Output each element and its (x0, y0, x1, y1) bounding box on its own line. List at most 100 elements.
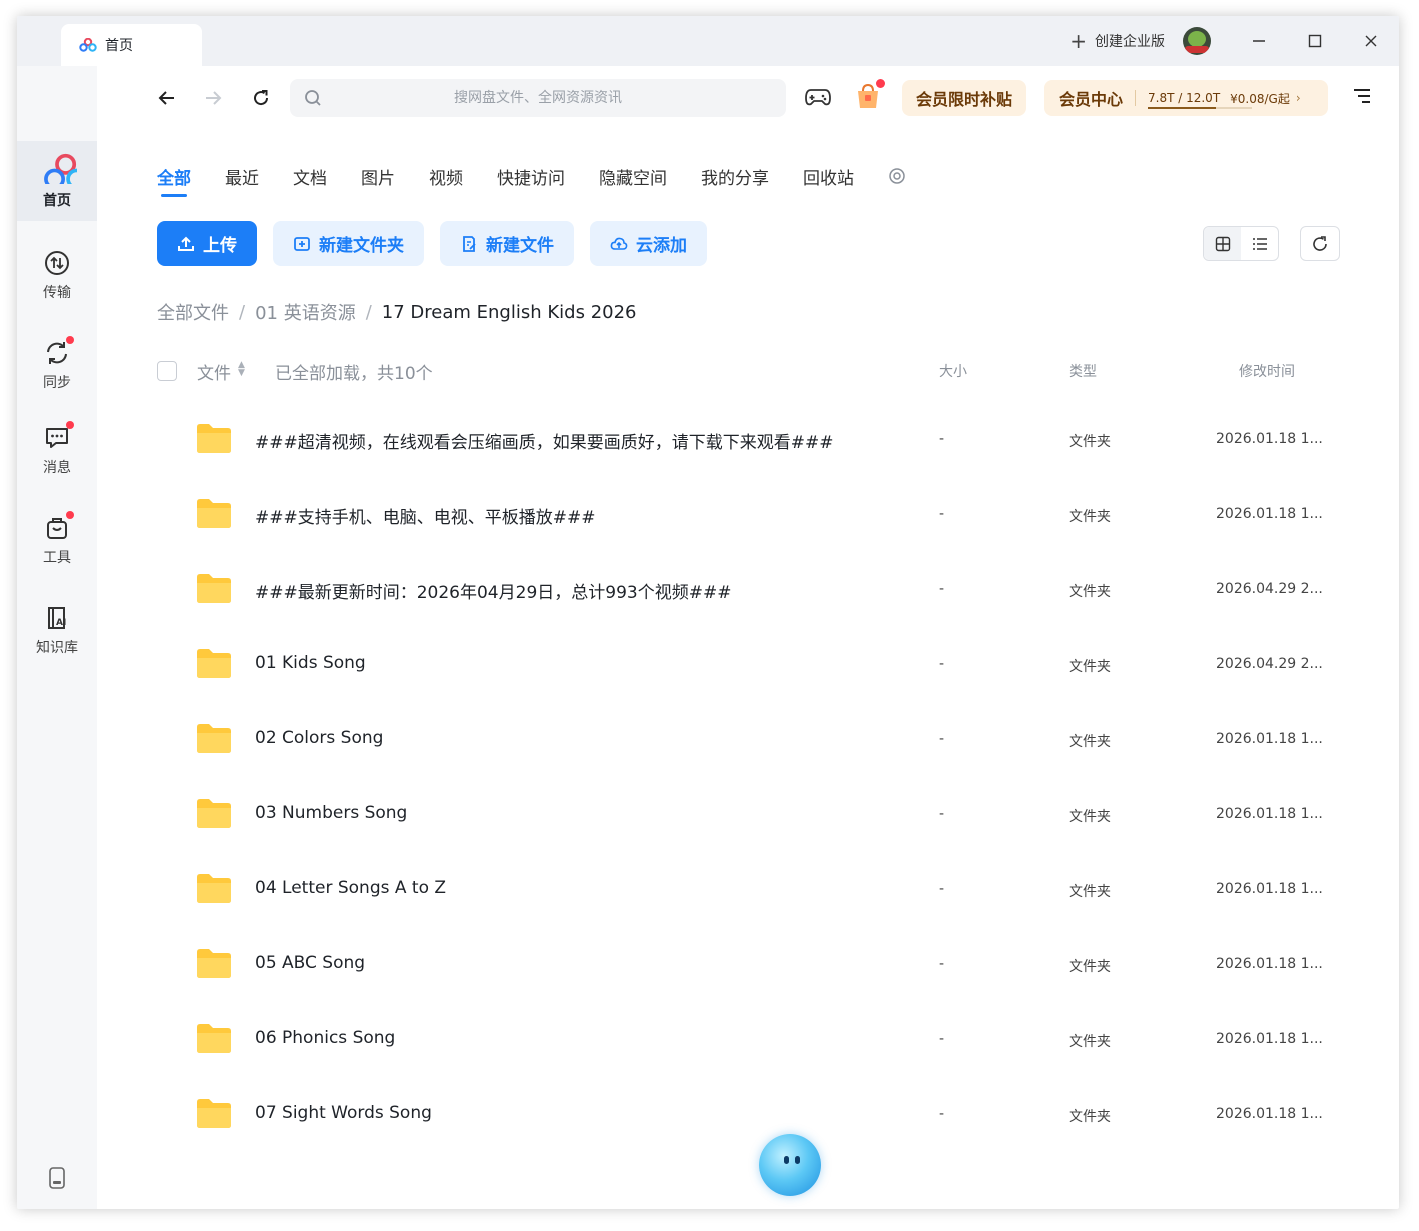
sidebar-item-messages[interactable]: 消息 (17, 411, 97, 491)
file-row[interactable]: 05 ABC Song - 文件夹 2026.01.18 1... (157, 929, 1357, 1004)
file-size: - (939, 581, 945, 597)
new-file-button[interactable]: 新建文件 (440, 221, 574, 266)
file-type: 文件夹 (1069, 1109, 1111, 1125)
file-name[interactable]: 05 ABC Song (255, 953, 365, 973)
view-toggle (1203, 226, 1279, 261)
tab-quick-access[interactable]: 快捷访问 (497, 164, 565, 194)
tab-hidden-space[interactable]: 隐藏空间 (599, 164, 667, 194)
folder-icon (197, 949, 231, 978)
reload-button[interactable] (247, 84, 275, 112)
sidebar-item-knowledge-base[interactable]: AI 知识库 (17, 591, 97, 671)
gift-button[interactable] (854, 79, 885, 110)
divider (1135, 90, 1137, 106)
gamepad-icon[interactable] (805, 86, 831, 108)
menu-icon[interactable] (1353, 88, 1371, 104)
action-bar: 上传 新建文件夹 新建文件 云添加 (157, 221, 723, 266)
tab-home[interactable]: 首页 (61, 24, 202, 66)
member-promo-button[interactable]: 会员限时补贴 (902, 80, 1027, 116)
arrow-right-icon (206, 91, 222, 105)
create-enterprise-button[interactable]: + 创建企业版 (1070, 31, 1165, 51)
file-size: - (939, 506, 945, 522)
file-row[interactable]: ###超清视频，在线观看会压缩画质，如果要画质好，请下载下来观看### - 文件夹 2… (157, 404, 1357, 479)
file-row[interactable]: ###支持手机、电脑、电视、平板播放### - 文件夹 2026.01.18 1... (157, 479, 1357, 554)
file-size: - (939, 806, 945, 822)
sidebar-item-transfer[interactable]: 传输 (17, 236, 97, 316)
file-name[interactable]: 04 Letter Songs A to Z (255, 878, 446, 898)
column-header-modified[interactable]: 修改时间 (1239, 361, 1295, 381)
file-row[interactable]: 06 Phonics Song - 文件夹 2026.01.18 1... (157, 1004, 1357, 1079)
title-bar: 首页 + 创建企业版 (17, 16, 1399, 66)
file-type: 文件夹 (1069, 434, 1111, 450)
upload-button[interactable]: 上传 (157, 221, 257, 266)
new-folder-button[interactable]: 新建文件夹 (273, 221, 424, 266)
breadcrumb: 全部文件 / 01 英语资源 / 17 Dream English Kids 2… (157, 299, 637, 325)
new-file-icon (463, 235, 476, 252)
tab-recent[interactable]: 最近 (225, 164, 259, 194)
maximize-icon (1308, 34, 1322, 48)
file-name[interactable]: 01 Kids Song (255, 653, 366, 673)
maximize-button[interactable] (1287, 16, 1343, 66)
file-row[interactable]: 01 Kids Song - 文件夹 2026.04.29 2... (157, 629, 1357, 704)
sidebar-item-tools[interactable]: 工具 (17, 501, 97, 581)
back-button[interactable] (153, 84, 181, 112)
tab-my-shares[interactable]: 我的分享 (701, 164, 769, 194)
file-size: - (939, 1031, 945, 1047)
file-name[interactable]: ###最新更新时间：2026年04月29日，总计993个视频### (255, 578, 731, 603)
home-cloud-icon (44, 153, 77, 184)
select-all-checkbox[interactable] (157, 361, 177, 381)
upload-label: 上传 (203, 236, 237, 256)
column-header-type[interactable]: 类型 (1069, 361, 1097, 381)
cloud-add-button[interactable]: 云添加 (590, 221, 707, 266)
tab-all[interactable]: 全部 (157, 164, 191, 197)
sidebar-item-sync[interactable]: 同步 (17, 326, 97, 406)
file-name[interactable]: 03 Numbers Song (255, 803, 407, 823)
create-enterprise-label: 创建企业版 (1095, 34, 1165, 50)
file-row[interactable]: 04 Letter Songs A to Z - 文件夹 2026.01.18 1..… (157, 854, 1357, 929)
tab-videos[interactable]: 视频 (429, 164, 463, 194)
search-bar[interactable] (290, 79, 786, 117)
column-header-name[interactable]: 文件 (197, 359, 231, 384)
target-settings-icon[interactable] (888, 167, 906, 185)
breadcrumb-separator: / (239, 301, 246, 323)
folder-icon (197, 1024, 231, 1053)
tab-documents[interactable]: 文档 (293, 164, 327, 194)
minimize-button[interactable] (1231, 16, 1287, 66)
add-folder-icon (294, 236, 310, 251)
file-modified: 2026.04.29 2... (1216, 581, 1323, 597)
file-name[interactable]: ###支持手机、电脑、电视、平板播放### (255, 503, 595, 528)
forward-button[interactable] (199, 84, 227, 112)
list-view-button[interactable] (1241, 227, 1278, 260)
cloud-upload-icon (610, 237, 628, 250)
search-input[interactable] (290, 79, 786, 117)
tab-recycle-bin[interactable]: 回收站 (803, 164, 854, 194)
file-row[interactable]: 07 Sight Words Song - 文件夹 2026.01.18 1... (157, 1079, 1357, 1154)
ai-assistant-button[interactable] (759, 1134, 821, 1196)
file-name[interactable]: 06 Phonics Song (255, 1028, 395, 1048)
tab-images[interactable]: 图片 (361, 164, 395, 194)
member-center-button[interactable]: 会员中心 7.8T / 12.0T ¥0.08/G起 › (1044, 80, 1328, 116)
breadcrumb-item-all-files[interactable]: 全部文件 (157, 299, 229, 325)
column-header-size[interactable]: 大小 (939, 361, 967, 381)
file-row[interactable]: ###最新更新时间：2026年04月29日，总计993个视频### - 文件夹 202… (157, 554, 1357, 629)
file-name[interactable]: 07 Sight Words Song (255, 1103, 432, 1123)
breadcrumb-item-english-resources[interactable]: 01 英语资源 (255, 299, 356, 325)
sidebar-item-home[interactable]: 首页 (17, 141, 97, 221)
file-row[interactable]: 02 Colors Song - 文件夹 2026.01.18 1... (157, 704, 1357, 779)
phone-icon[interactable] (49, 1167, 65, 1189)
grid-view-button[interactable] (1204, 227, 1241, 260)
file-row[interactable]: 03 Numbers Song - 文件夹 2026.01.18 1... (157, 779, 1357, 854)
sort-icon[interactable]: ▲ ▼ (238, 361, 245, 378)
minimize-icon (1253, 40, 1265, 42)
sidebar: 首页 传输 同步 消息 工具 AI 知识库 (17, 66, 97, 1209)
app-logo-icon (79, 38, 97, 52)
avatar[interactable] (1183, 27, 1211, 55)
close-button[interactable] (1343, 16, 1399, 66)
file-modified: 2026.01.18 1... (1216, 731, 1323, 747)
file-name[interactable]: 02 Colors Song (255, 728, 383, 748)
refresh-button[interactable] (1300, 226, 1340, 261)
file-size: - (939, 731, 945, 747)
storage-progress-fill (1148, 107, 1216, 109)
folder-icon (197, 799, 231, 828)
file-name[interactable]: ###超清视频，在线观看会压缩画质，如果要画质好，请下载下来观看### (255, 428, 833, 453)
folder-icon (197, 649, 231, 678)
